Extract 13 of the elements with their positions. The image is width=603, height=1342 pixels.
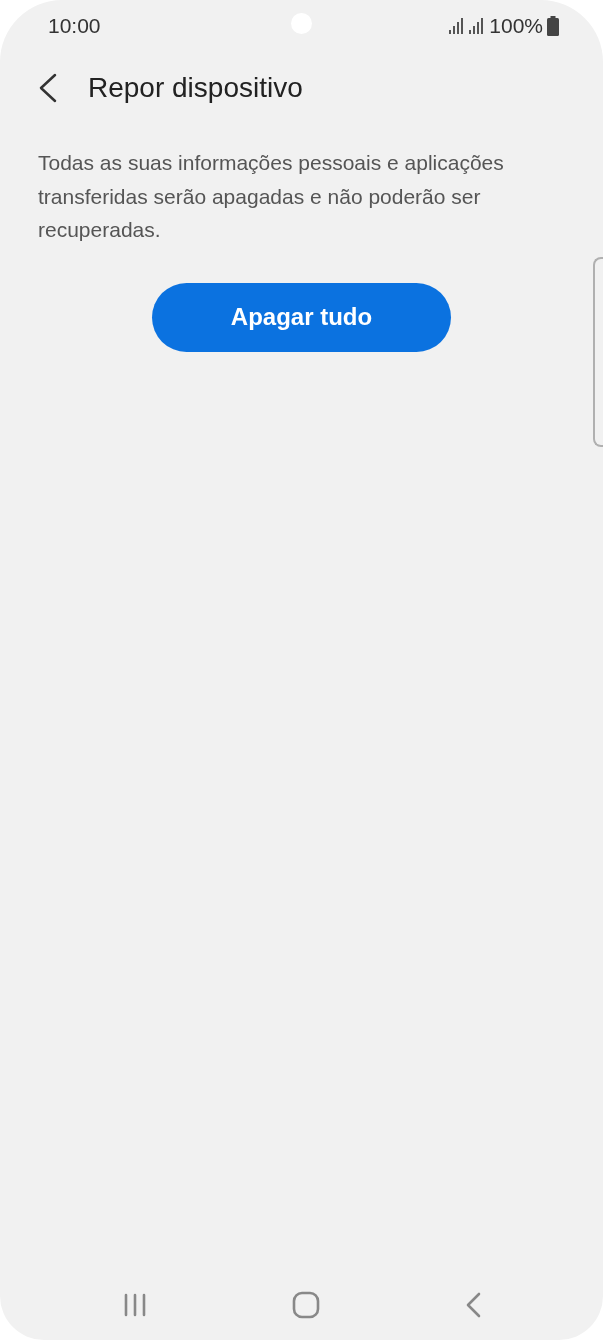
scroll-handle[interactable] bbox=[593, 257, 603, 447]
home-icon[interactable] bbox=[291, 1291, 320, 1319]
description-text: Todas as suas informações pessoais e aplicações transferidas serão apagadas e não poderão ser recuperadas. bbox=[38, 150, 505, 243]
status-time: 10:00 bbox=[48, 14, 101, 38]
signal-icon bbox=[449, 18, 466, 34]
back-icon[interactable] bbox=[38, 73, 58, 103]
battery-icon bbox=[547, 16, 559, 36]
erase-all-button[interactable]: Apagar tudo bbox=[152, 282, 451, 352]
back-nav-icon[interactable] bbox=[464, 1292, 481, 1318]
recent-apps-icon[interactable] bbox=[122, 1293, 147, 1317]
page-title: Repor dispositivo bbox=[88, 72, 303, 104]
battery-percentage: 100% bbox=[489, 14, 543, 38]
signal-icon bbox=[469, 18, 486, 34]
